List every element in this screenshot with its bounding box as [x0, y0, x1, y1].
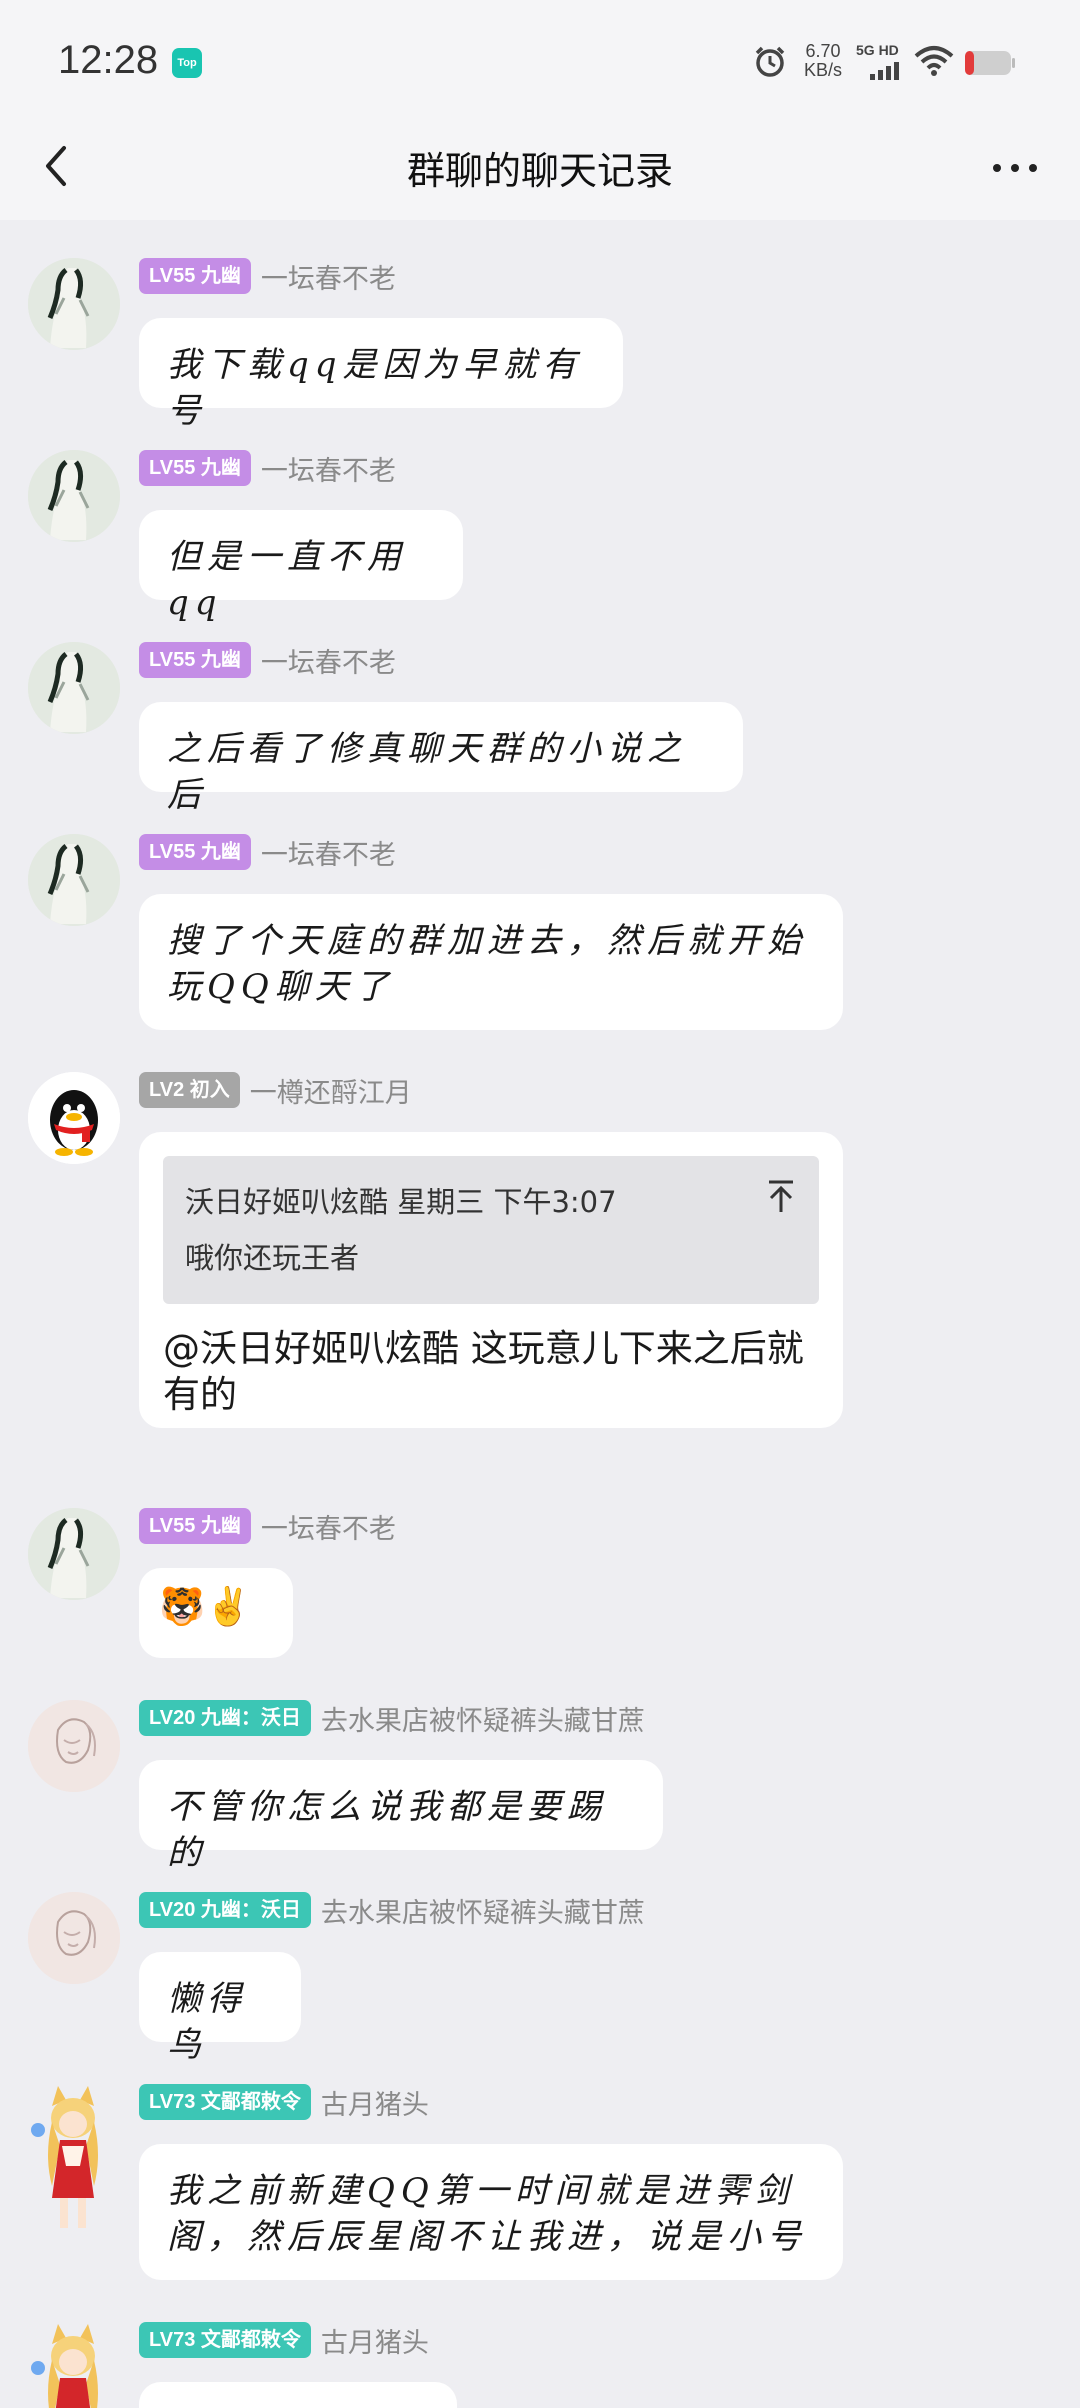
image-message-bubble[interactable]	[139, 2382, 457, 2408]
avatar[interactable]	[28, 1700, 120, 1792]
level-badge: LV55 九幽	[139, 834, 251, 870]
battery-icon	[965, 51, 1015, 75]
signal-bars-icon	[870, 62, 899, 80]
avatar-sketch-icon	[28, 1700, 120, 1792]
avatar[interactable]	[28, 834, 120, 926]
cellular-signal: 5G HD	[856, 42, 906, 82]
wifi-icon	[914, 46, 954, 76]
sender-name[interactable]: 去水果店被怀疑裤头藏甘蔗	[321, 1699, 645, 1738]
quote-sender: 沃日好姬叭炫酷	[185, 1185, 389, 1219]
sender-name[interactable]: 一坛春不老	[261, 1507, 396, 1546]
sender-meta: LV55 九幽 一坛春不老	[139, 1507, 396, 1546]
message-text: @沃日好姬叭炫酷 这玩意儿下来之后就有的	[163, 1327, 804, 1416]
sender-name[interactable]: 一坛春不老	[261, 257, 396, 296]
sender-name[interactable]: 一坛春不老	[261, 449, 396, 488]
avatar-ink-figure-icon	[28, 258, 120, 350]
level-badge: LV73 文鄙都敕令	[139, 2084, 311, 2120]
level-badge: LV73 文鄙都敕令	[139, 2322, 311, 2358]
message-bubble[interactable]: 🐯✌️	[139, 1568, 293, 1658]
sender-name[interactable]: 古月猪头	[321, 2321, 429, 2360]
avatar[interactable]	[28, 2084, 120, 2228]
level-badge: LV20 九幽：沃日	[139, 1892, 311, 1928]
nav-header: 群聊的聊天记录	[0, 112, 1080, 220]
sender-name[interactable]: 去水果店被怀疑裤头藏甘蔗	[321, 1891, 645, 1930]
avatar[interactable]	[28, 1892, 120, 1984]
sender-name[interactable]: 古月猪头	[321, 2083, 429, 2122]
avatar-ink-figure-icon	[28, 642, 120, 734]
image-thumbnail	[139, 2382, 457, 2408]
message-bubble[interactable]: 我下载qq是因为早就有号	[139, 318, 623, 431]
sender-meta: LV73 文鄙都敕令 古月猪头	[139, 2321, 429, 2360]
sender-meta: LV55 九幽 一坛春不老	[139, 449, 396, 488]
avatar-ink-figure-icon	[28, 450, 120, 542]
avatar[interactable]	[28, 642, 120, 734]
network-speed: 6.70 KB/s	[798, 42, 848, 80]
page-title: 群聊的聊天记录	[406, 149, 673, 193]
jump-to-message-icon[interactable]	[765, 1178, 797, 1214]
status-time: 12:28	[58, 38, 159, 82]
network-speed-unit: KB/s	[803, 60, 842, 80]
message-bubble[interactable]: 搜了个天庭的群加进去，然后就开始玩QQ聊天了	[139, 894, 843, 1030]
network-speed-value: 6.70	[805, 41, 841, 61]
sender-meta: LV2 初入 一樽还酹江月	[139, 1071, 412, 1110]
message-bubble[interactable]: 沃日好姬叭炫酷 星期三 下午3:07 哦你还玩王者 @沃日好姬叭炫酷 这玩意儿下…	[139, 1132, 843, 1428]
message-bubble[interactable]: 但是一直不用qq	[139, 510, 463, 623]
sender-name[interactable]: 一樽还酹江月	[250, 1071, 412, 1110]
sender-meta: LV20 九幽：沃日 去水果店被怀疑裤头藏甘蔗	[139, 1699, 645, 1738]
level-badge: LV20 九幽：沃日	[139, 1700, 311, 1736]
avatar-ink-figure-icon	[28, 834, 120, 926]
quoted-message[interactable]: 沃日好姬叭炫酷 星期三 下午3:07 哦你还玩王者	[163, 1156, 819, 1304]
level-badge: LV55 九幽	[139, 258, 251, 294]
avatar-ink-figure-icon	[28, 1508, 120, 1600]
sender-meta: LV55 九幽 一坛春不老	[139, 257, 396, 296]
message-bubble[interactable]: 不管你怎么说我都是要踢的	[139, 1760, 663, 1873]
avatar-fox-girl-icon	[31, 2324, 98, 2408]
avatar[interactable]	[28, 450, 120, 542]
avatar[interactable]	[28, 1508, 120, 1600]
status-bar: 12:28 Top 6.70 KB/s 5G HD	[0, 0, 1080, 112]
level-badge: LV2 初入	[139, 1072, 240, 1108]
sender-meta: LV20 九幽：沃日 去水果店被怀疑裤头藏甘蔗	[139, 1891, 645, 1930]
quote-header: 沃日好姬叭炫酷 星期三 下午3:07	[185, 1174, 797, 1230]
message-bubble[interactable]: 之后看了修真聊天群的小说之后	[139, 702, 743, 815]
sender-name[interactable]: 一坛春不老	[261, 641, 396, 680]
message-bubble[interactable]: 我之前新建QQ第一时间就是进霁剑阁，然后辰星阁不让我进，说是小号	[139, 2144, 843, 2280]
sender-name[interactable]: 一坛春不老	[261, 833, 396, 872]
network-type: 5G HD	[856, 42, 899, 58]
avatar-fox-girl-icon	[31, 2086, 98, 2228]
level-badge: LV55 九幽	[139, 1508, 251, 1544]
more-icon[interactable]	[980, 138, 1050, 198]
message-bubble[interactable]: 懒得鸟	[139, 1952, 301, 2065]
app-notification-icon: Top	[172, 48, 202, 78]
avatar[interactable]	[28, 2322, 120, 2408]
avatar[interactable]	[28, 1072, 120, 1164]
avatar[interactable]	[28, 258, 120, 350]
sender-meta: LV55 九幽 一坛春不老	[139, 833, 396, 872]
avatar-sketch-icon	[28, 1892, 120, 1984]
level-badge: LV55 九幽	[139, 642, 251, 678]
chat-history[interactable]: LV55 九幽 一坛春不老 我下载qq是因为早就有号 LV55 九幽 一坛春不老…	[0, 220, 1080, 2408]
quote-text: 哦你还玩王者	[185, 1241, 360, 1275]
sender-meta: LV55 九幽 一坛春不老	[139, 641, 396, 680]
penguin-avatar-icon	[28, 1072, 120, 1164]
quote-time: 星期三 下午3:07	[397, 1185, 617, 1219]
level-badge: LV55 九幽	[139, 450, 251, 486]
alarm-icon	[755, 46, 785, 77]
sender-meta: LV73 文鄙都敕令 古月猪头	[139, 2083, 429, 2122]
